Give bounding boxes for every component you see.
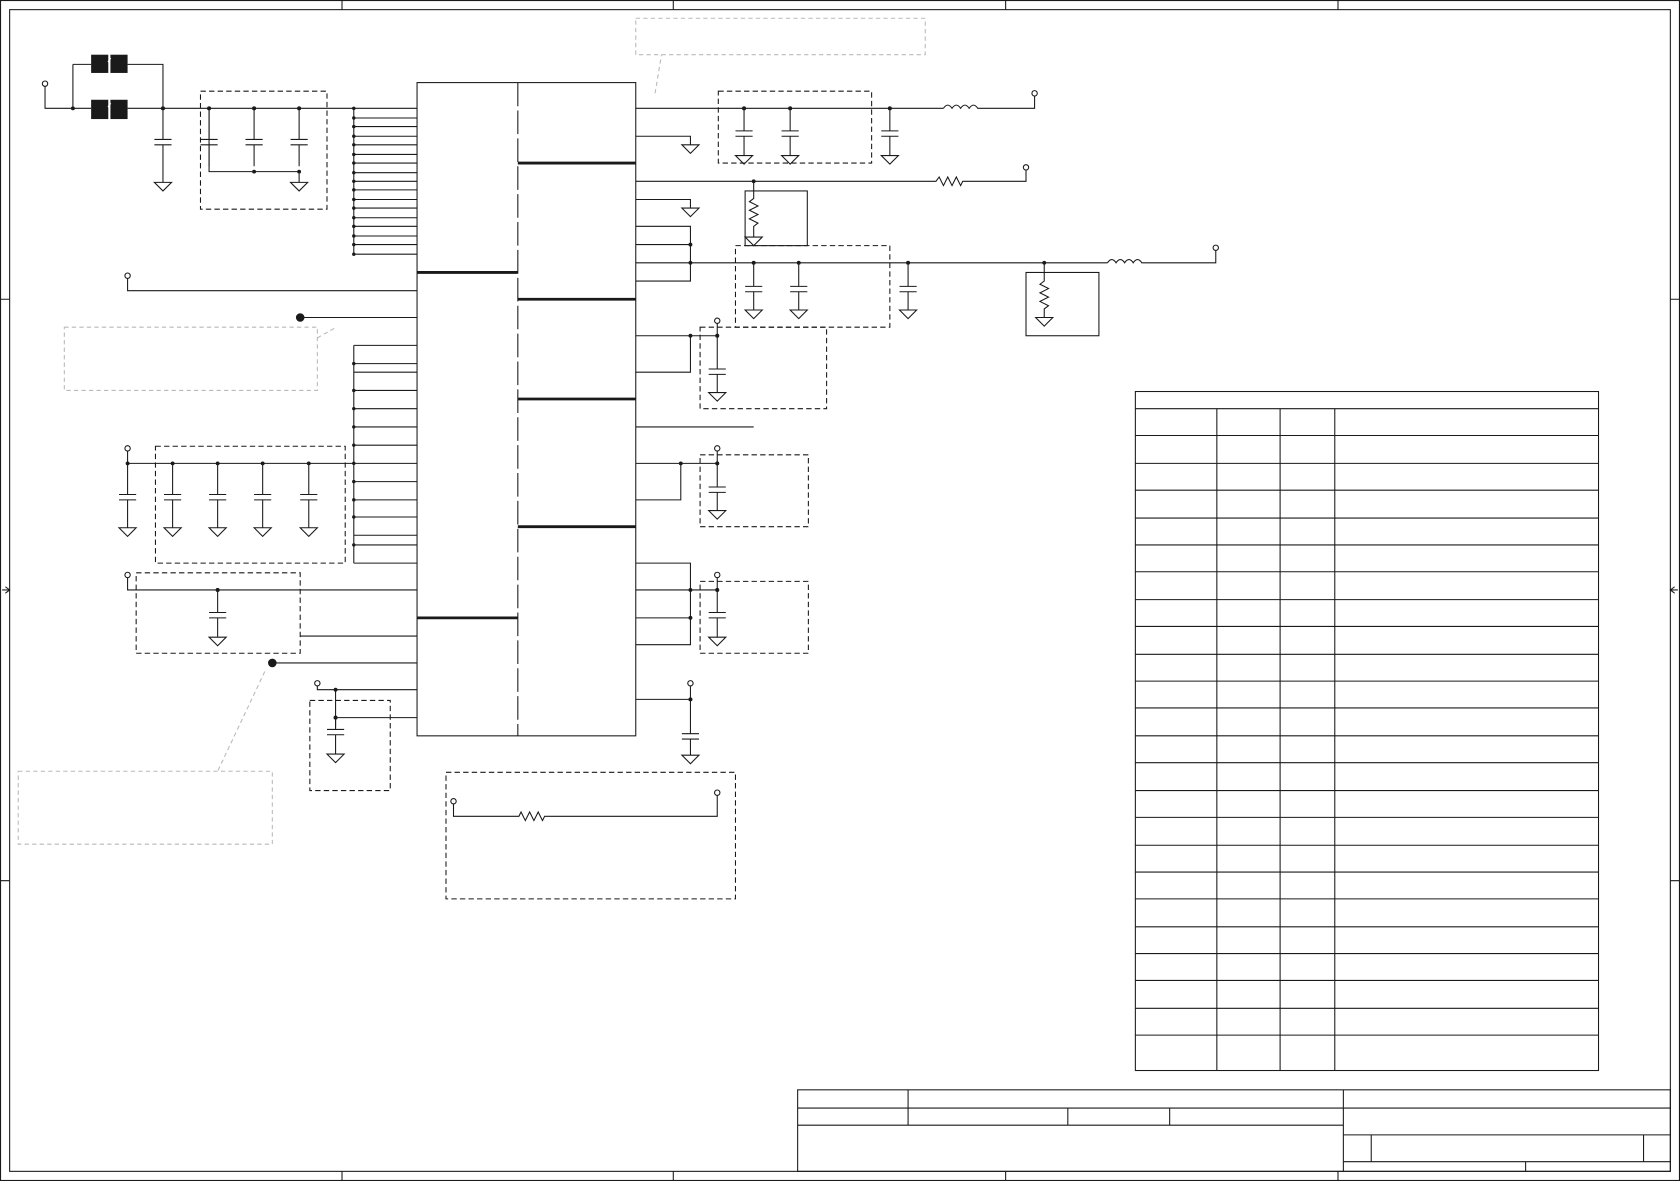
pin-stubs [352,106,418,564]
ground-symbol [680,207,701,218]
capacitor [119,461,137,528]
junction [352,134,356,138]
capacitor [209,588,227,638]
junction [352,515,356,519]
junction [352,179,356,183]
ground-symbol [879,154,900,165]
capacitor [300,461,318,528]
ground-symbol [680,144,701,155]
junction [352,170,356,175]
ground-symbol [298,527,319,538]
junction [352,152,356,157]
capacitor [745,260,763,310]
capacitor [290,106,308,167]
ground-symbol [325,753,346,764]
input-ferrite-beads [41,54,354,120]
capacitor [200,106,218,167]
ground-symbol [707,636,728,647]
capacitor [209,461,227,528]
ground-symbol [788,309,809,320]
ground-symbol [117,527,138,538]
capacitor [154,106,172,183]
right-net-7 [635,680,694,702]
junction [352,143,356,147]
ground-symbol [252,527,273,538]
junction [352,388,356,393]
capacitor [708,333,726,393]
junction [352,543,356,547]
ground-symbols [117,144,1055,765]
left-net-middle [17,571,418,845]
junction [352,498,356,502]
schematic-sheet [0,0,1680,1181]
capacitor [790,260,808,310]
junction [352,188,356,192]
ground-symbol [743,309,764,320]
ground-symbol [1034,316,1055,327]
capacitor [254,461,272,528]
capacitor [326,715,345,755]
capacitor [708,461,726,511]
junction [352,206,356,210]
junction [352,124,356,129]
left-net-upper [63,272,418,391]
junction [352,116,356,120]
right-net-4 [635,317,828,428]
ground-symbol [898,309,918,320]
capacitor [245,106,263,167]
ground-symbol [162,527,183,538]
junction [352,224,356,229]
junction [352,252,356,256]
capacitor [681,697,700,756]
capacitor [735,106,753,156]
junction [352,425,356,429]
capacitor [708,588,726,638]
capacitor [899,260,917,310]
ground-symbol [289,181,309,192]
ground-symbol [707,392,728,402]
ground-symbol [680,754,701,765]
junction [352,197,356,202]
junction [352,479,356,484]
ground-symbol [153,181,173,192]
bottom-resistor-block [445,771,737,900]
junction [352,443,356,447]
junction [352,216,356,220]
right-net-6 [635,562,809,654]
junction [352,361,356,366]
ground-symbol [707,510,728,520]
junction [352,406,356,411]
junction [352,161,356,165]
title-block [797,1089,1671,1172]
connector-table [1134,390,1600,1072]
ground-symbol [207,527,228,538]
junction [352,242,356,247]
main-ic [416,82,637,737]
ground-symbol [207,636,228,647]
right-net-2 [635,164,1030,247]
junction [352,106,356,111]
right-net-3 [635,225,1219,337]
junction [352,461,356,466]
junction [352,234,356,238]
capacitor [881,106,899,156]
ground-symbol [743,236,764,247]
left-net-lower [309,680,418,792]
capacitor [164,461,182,528]
left-cap-bank [124,445,354,564]
capacitor [781,106,799,156]
right-net-1 [635,17,1038,164]
